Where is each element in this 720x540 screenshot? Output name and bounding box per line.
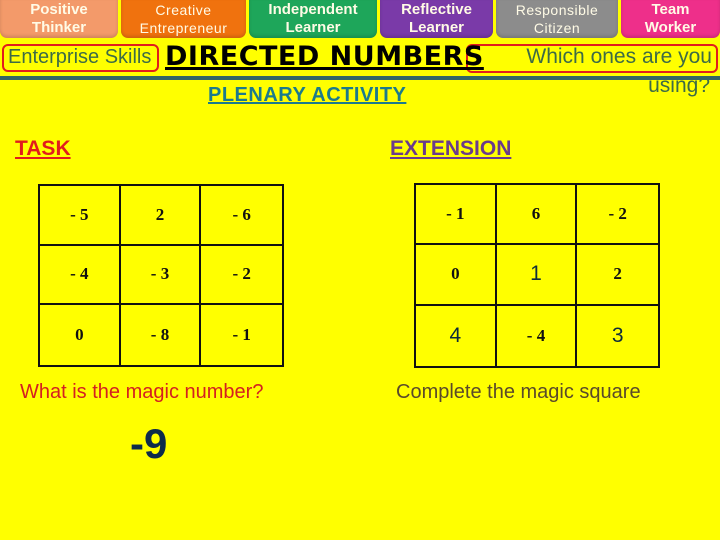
skill-tab-responsible-citizen: Responsible Citizen: [496, 0, 618, 38]
skill-tab-team-worker: Team Worker: [621, 0, 720, 38]
skill-tab-line2: Learner: [408, 19, 465, 36]
skill-tab-positive-thinker: Positive Thinker: [0, 0, 118, 38]
grid-cell-answer: 3: [611, 323, 624, 347]
complete-square-instruction: Complete the magic square: [396, 381, 641, 403]
page-title: DIRECTED NUMBERS: [165, 41, 484, 72]
grid-cell: 0: [40, 305, 121, 365]
skill-tab-line1: Reflective: [401, 1, 472, 18]
grid-cell: - 1: [232, 325, 251, 345]
extension-magic-square: - 1 6 - 2 0 1 2 4 - 4 3: [414, 183, 660, 368]
skill-tab-line1: Responsible: [515, 2, 599, 18]
extension-heading: EXTENSION: [390, 137, 512, 160]
grid-cell: - 2: [201, 246, 282, 306]
header-divider: [0, 76, 720, 80]
skill-tab-line1: Team: [651, 1, 690, 18]
grid-cell: - 2: [577, 185, 658, 246]
task-magic-square: - 5 2 - 6 - 4 - 3 - 2 0 - 8 - 1: [38, 184, 284, 367]
magic-number-question: What is the magic number?: [20, 381, 264, 403]
skill-tab-line2: Entrepreneur: [139, 20, 228, 36]
grid-cell: - 8: [121, 305, 202, 365]
grid-cell: - 4: [40, 245, 121, 306]
skill-tab-line2: Learner: [285, 19, 341, 36]
grid-cell-answer: 1: [496, 245, 578, 306]
skill-tab-line2: Citizen: [533, 20, 581, 36]
skill-tab-independent-learner: Independent Learner: [249, 0, 377, 38]
skill-tab-line1: Creative: [155, 2, 212, 18]
grid-cell-answer: 4: [416, 305, 497, 366]
task-heading: TASK: [15, 137, 71, 160]
grid-cell: 2: [120, 186, 202, 246]
magic-number-answer: -9: [130, 420, 168, 467]
skill-tab-line2: Thinker: [31, 19, 87, 36]
grid-cell: - 3: [120, 245, 202, 306]
skill-tab-reflective-learner: Reflective Learner: [380, 0, 493, 38]
grid-cell: 6: [496, 185, 578, 246]
skill-tab-creative-entrepreneur: Creative Entrepreneur: [121, 0, 246, 38]
which-ones-prompt: Which ones are you: [526, 45, 712, 68]
grid-cell: - 5: [40, 186, 121, 246]
skill-tab-line1: Independent: [268, 1, 358, 18]
skill-tab-line1: Positive: [30, 1, 88, 18]
plenary-subtitle: PLENARY ACTIVITY: [208, 84, 407, 106]
grid-cell: - 4: [497, 305, 578, 366]
grid-cell: - 1: [416, 185, 497, 246]
grid-cell: - 6: [201, 186, 282, 246]
grid-cell: 0: [416, 245, 497, 306]
skill-tab-line2: Worker: [644, 19, 697, 36]
enterprise-skills-label: Enterprise Skills: [8, 46, 152, 68]
grid-cell: 2: [577, 245, 658, 306]
